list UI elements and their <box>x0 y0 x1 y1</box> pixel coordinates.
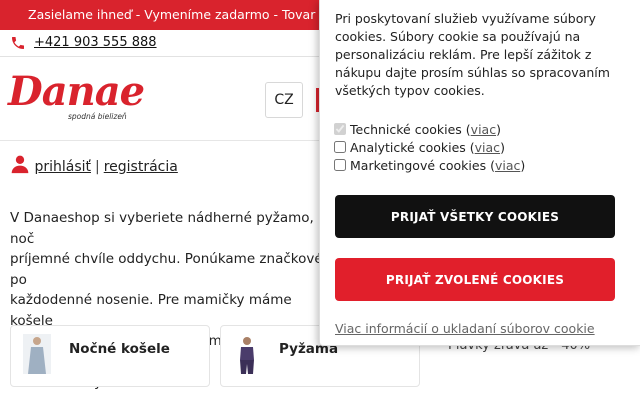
cookie-consent-dialog: Pri poskytovaní služieb využívame súbory… <box>319 0 640 346</box>
accept-all-cookies-button[interactable]: PRIJAŤ VŠETKY COOKIES <box>335 195 615 238</box>
marketing-cookies-more-link[interactable]: viac <box>495 158 520 173</box>
cookie-option-marketing[interactable]: Marketingové cookies (viac) <box>334 157 525 175</box>
analytics-cookies-label: Analytické cookies <box>350 140 466 155</box>
phone-icon <box>12 37 24 49</box>
language-switch-button[interactable]: CZ <box>265 82 303 118</box>
cookie-option-technical[interactable]: Technické cookies (viac) <box>334 121 501 139</box>
category-card-nightgowns[interactable]: Nočné košele <box>10 325 210 387</box>
account-separator: | <box>95 159 100 175</box>
cookie-option-analytics[interactable]: Analytické cookies (viac) <box>334 139 505 157</box>
cookie-info-link[interactable]: Viac informácií o ukladaní súborov cooki… <box>335 321 595 336</box>
technical-cookies-label: Technické cookies <box>350 122 462 137</box>
category-label-nightgowns: Nočné košele <box>69 341 170 357</box>
technical-cookies-checkbox[interactable] <box>334 123 346 135</box>
logo[interactable]: Danae spodná bielizeň <box>8 68 145 126</box>
user-icon <box>11 155 29 174</box>
accept-selected-cookies-button[interactable]: PRIJAŤ ZVOLENÉ COOKIES <box>335 258 615 301</box>
logo-wordmark: Danae <box>8 68 145 115</box>
nightgown-thumb-icon <box>23 334 51 374</box>
technical-cookies-more-link[interactable]: viac <box>471 122 496 137</box>
logo-tagline: spodná bielizeň <box>68 112 127 121</box>
analytics-cookies-checkbox[interactable] <box>334 141 346 153</box>
cookie-description: Pri poskytovaní služieb využívame súbory… <box>335 11 610 98</box>
login-link[interactable]: prihlásiť <box>34 159 91 175</box>
analytics-cookies-more-link[interactable]: viac <box>475 140 500 155</box>
top-bar-text: Zasielame ihneď - Vymeníme zadarmo - Tov… <box>28 7 340 22</box>
register-link[interactable]: registrácia <box>104 159 178 175</box>
account-links: prihlásiť | registrácia <box>10 154 178 178</box>
marketing-cookies-checkbox[interactable] <box>334 159 346 171</box>
marketing-cookies-label: Marketingové cookies <box>350 158 487 173</box>
pajama-thumb-icon <box>233 334 261 374</box>
phone-link[interactable]: +421 903 555 888 <box>34 30 157 56</box>
